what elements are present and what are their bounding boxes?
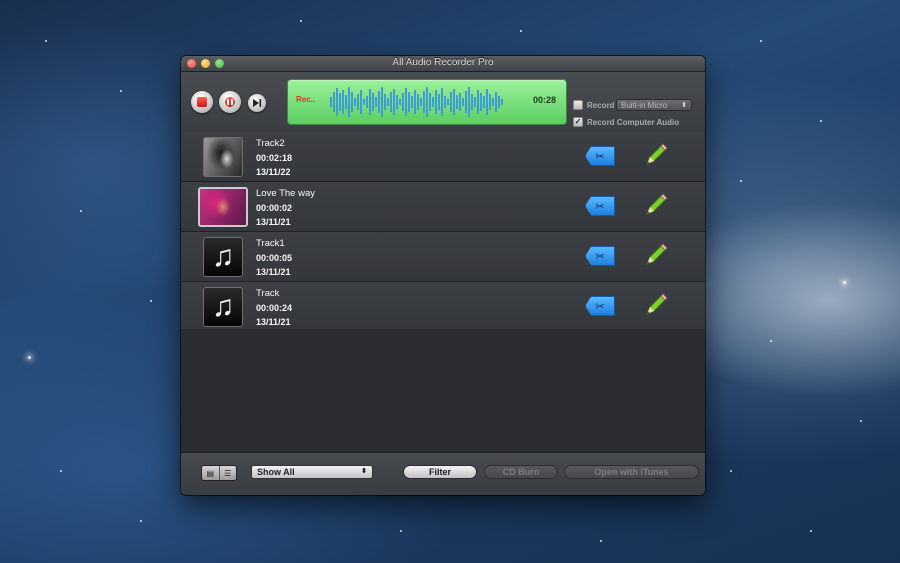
track-name: Love The way (256, 188, 315, 199)
waveform-display: Rec.. 00:28 (287, 79, 567, 125)
trim-button[interactable]: ✂ (585, 246, 615, 266)
empty-list-area (181, 329, 705, 453)
trim-button[interactable]: ✂ (585, 146, 615, 166)
recording-status: Rec.. (296, 95, 316, 104)
filter-select-value: Show All (257, 467, 295, 477)
mic-source-value: Built-in Micro (621, 101, 668, 110)
mic-source-select[interactable]: Built-in Micro ⬍ (616, 99, 692, 111)
track-duration: 00:00:02 (256, 203, 293, 213)
stop-button[interactable] (191, 91, 213, 113)
chevron-updown-icon: ⬍ (361, 468, 367, 475)
next-button[interactable] (248, 94, 266, 112)
track-duration: 00:00:05 (256, 253, 293, 263)
track-list: Track2 00:02:18 13/11/22 ✂ Love The way … (181, 132, 705, 332)
scissors-icon: ✂ (595, 150, 605, 163)
track-date: 13/11/21 (256, 267, 291, 277)
record-computer-label: Record Computer Audio (587, 117, 680, 127)
chevron-updown-icon: ⬍ (681, 102, 687, 109)
app-window: All Audio Recorder Pro Rec.. 00:28 Recor… (181, 56, 705, 495)
track-duration: 00:00:24 (256, 303, 293, 313)
trim-button[interactable]: ✂ (585, 196, 615, 216)
cd-burn-button[interactable]: CD Burn (484, 465, 558, 479)
bottom-toolbar: ▤ ☰ Show All ⬍ Filter CD Burn Open with … (181, 452, 705, 495)
open-itunes-button[interactable]: Open with iTunes (564, 465, 699, 479)
track-row[interactable]: Track2 00:02:18 13/11/22 ✂ (181, 132, 705, 182)
track-date: 13/11/21 (256, 317, 291, 327)
track-meta: Track 00:00:24 13/11/21 (256, 287, 292, 329)
track-name: Track (256, 288, 280, 299)
edit-pencil-icon[interactable] (643, 292, 669, 318)
list-view-icon[interactable]: ☰ (218, 466, 237, 480)
skip-next-icon (253, 99, 262, 107)
track-date: 13/11/22 (256, 167, 291, 177)
track-date: 13/11/21 (256, 217, 291, 227)
recorder-toolbar: Rec.. 00:28 Record Built-in Micro ⬍ ✓ Re… (181, 72, 705, 133)
track-row[interactable]: Love The way 00:00:02 13/11/21 ✂ (181, 182, 705, 232)
track-name: Track1 (256, 238, 285, 249)
track-row[interactable]: ♫ Track 00:00:24 13/11/21 ✂ (181, 282, 705, 332)
elapsed-time: 00:28 (532, 95, 556, 105)
record-mic-option[interactable]: Record (573, 100, 615, 110)
view-mode-toggle[interactable]: ▤ ☰ (201, 465, 237, 481)
record-mic-checkbox[interactable] (573, 100, 583, 110)
trim-button[interactable]: ✂ (585, 296, 615, 316)
pause-icon (225, 97, 235, 107)
scissors-icon: ✂ (595, 300, 605, 313)
track-name: Track2 (256, 138, 285, 149)
track-meta: Track1 00:00:05 13/11/21 (256, 237, 292, 279)
track-meta: Love The way 00:00:02 13/11/21 (256, 187, 315, 229)
record-computer-checkbox[interactable]: ✓ (573, 117, 583, 127)
album-art (198, 187, 248, 227)
music-note-icon: ♫ (204, 288, 242, 326)
scissors-icon: ✂ (595, 250, 605, 263)
edit-pencil-icon[interactable] (643, 192, 669, 218)
edit-pencil-icon[interactable] (643, 142, 669, 168)
stop-icon (197, 97, 207, 107)
scissors-icon: ✂ (595, 200, 605, 213)
track-duration: 00:02:18 (256, 153, 293, 163)
music-note-icon: ♫ (204, 238, 242, 276)
track-meta: Track2 00:02:18 13/11/22 (256, 137, 292, 179)
pause-button[interactable] (219, 91, 241, 113)
edit-pencil-icon[interactable] (643, 242, 669, 268)
record-mic-label: Record (587, 100, 615, 110)
filter-button[interactable]: Filter (403, 465, 477, 479)
track-row[interactable]: ♫ Track1 00:00:05 13/11/21 ✂ (181, 232, 705, 282)
filter-select[interactable]: Show All ⬍ (251, 465, 373, 479)
grid-view-icon[interactable]: ▤ (202, 466, 219, 480)
album-art: ♫ (203, 237, 243, 277)
album-art: ♫ (203, 287, 243, 327)
record-computer-option[interactable]: ✓ Record Computer Audio (573, 117, 679, 127)
album-art (203, 137, 243, 177)
waveform-graphic (330, 87, 503, 117)
window-title: All Audio Recorder Pro (392, 57, 494, 68)
title-bar[interactable]: All Audio Recorder Pro (181, 56, 705, 72)
